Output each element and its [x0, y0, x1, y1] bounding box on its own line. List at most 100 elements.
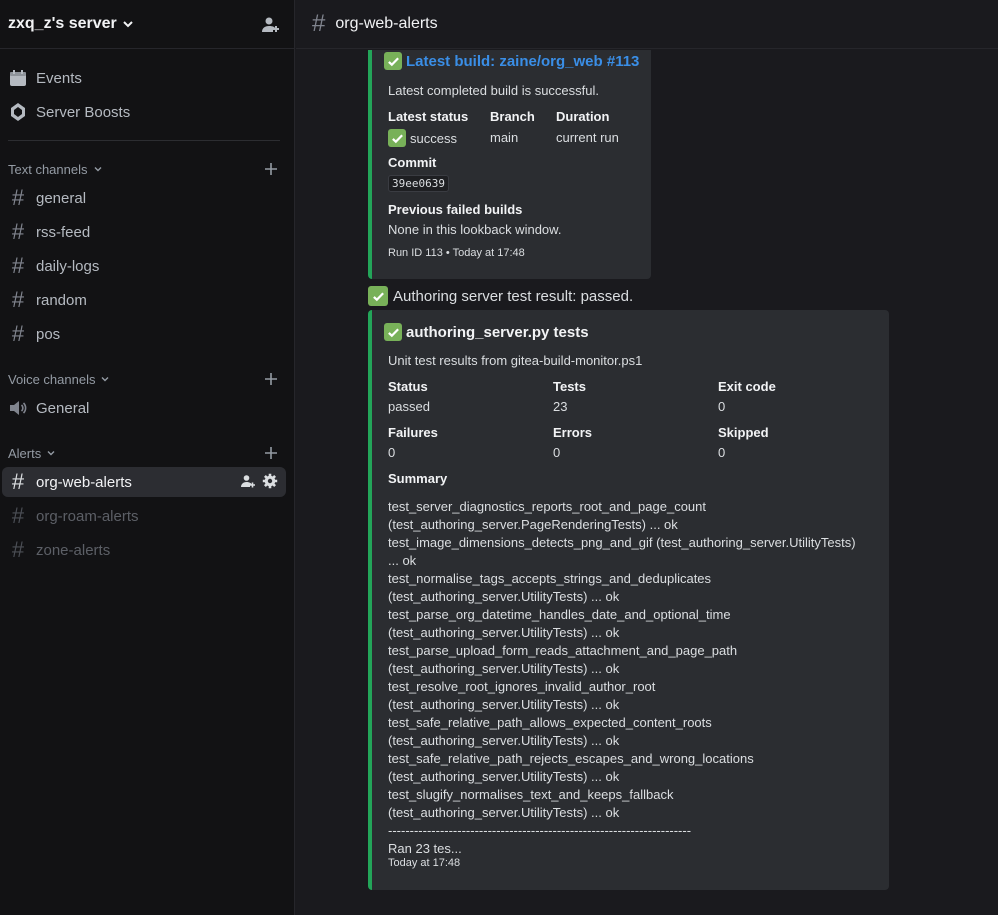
field-value: 0: [718, 445, 726, 460]
check-mark-icon: [388, 129, 406, 147]
nav-events-label: Events: [36, 69, 82, 87]
add-channel-icon[interactable]: [264, 162, 278, 176]
channel-label: random: [36, 291, 87, 309]
category-label: Voice channels: [8, 371, 96, 387]
summary-line: test_resolve_root_ignores_invalid_author…: [388, 679, 656, 694]
field-value: 0: [718, 399, 726, 414]
server-header[interactable]: zxq_z's server: [0, 0, 295, 49]
previous-failed-value: None in this lookback window.: [388, 222, 562, 237]
check-mark-icon: [384, 323, 402, 341]
field-label: Failures: [388, 425, 438, 440]
check-mark-icon: [368, 286, 388, 306]
build-description: Latest completed build is successful.: [388, 83, 599, 98]
hash-icon: #: [11, 537, 25, 562]
category-label: Alerts: [8, 445, 42, 461]
channel-label: general: [36, 189, 87, 207]
channel-label: org-web-alerts: [36, 473, 132, 491]
channel-label: zone-alerts: [36, 541, 111, 559]
category-text-channels[interactable]: Text channels: [8, 160, 282, 178]
summary-line: test_image_dimensions_detects_png_and_gi…: [388, 535, 856, 550]
summary-text: test_server_diagnostics_reports_root_and…: [388, 498, 888, 858]
server-name-button[interactable]: zxq_z's server: [8, 15, 135, 33]
nav-server-boosts-label: Server Boosts: [36, 103, 131, 121]
sidebar-divider: [8, 140, 280, 141]
channel-sidebar: zxq_z's server Events Server Boosts Text…: [0, 0, 295, 915]
field-label: Exit code: [718, 379, 776, 394]
test-description: Unit test results from gitea-build-monit…: [388, 353, 643, 368]
channel-daily-logs[interactable]: # daily-logs: [0, 251, 286, 281]
field-value: 23: [553, 399, 568, 414]
hash-icon: #: [11, 287, 25, 312]
summary-line: test_slugify_normalises_text_and_keeps_f…: [388, 787, 674, 802]
summary-line: Ran 23 tes...: [388, 841, 462, 856]
speaker-icon: [10, 401, 27, 415]
category-label: Text channels: [8, 161, 88, 177]
hash-icon: #: [11, 503, 25, 528]
chevron-down-icon: [94, 167, 101, 172]
channel-rss-feed[interactable]: # rss-feed: [0, 217, 286, 247]
category-alerts[interactable]: Alerts: [8, 444, 282, 462]
test-embed: authoring_server.py tests Unit test resu…: [368, 310, 889, 890]
summary-line: (test_authoring_server.UtilityTests) ...…: [388, 733, 620, 748]
add-channel-icon[interactable]: [264, 372, 278, 386]
chevron-down-icon: [47, 451, 55, 456]
channel-label: org-roam-alerts: [36, 507, 139, 525]
field-value: passed: [388, 399, 430, 414]
hash-icon: #: [11, 469, 25, 494]
commit-field-label: Commit: [388, 155, 437, 170]
add-channel-icon[interactable]: [264, 446, 278, 460]
summary-line: (test_authoring_server.UtilityTests) ...…: [388, 769, 620, 784]
field-label: Errors: [553, 425, 593, 440]
channel-voice-general[interactable]: General: [0, 393, 286, 423]
nav-events[interactable]: Events: [0, 63, 286, 93]
summary-line: (test_authoring_server.UtilityTests) ...…: [388, 805, 620, 820]
branch-field-value: main: [490, 130, 519, 145]
field-label: Status: [388, 379, 428, 394]
summary-line: test_safe_relative_path_rejects_escapes_…: [388, 751, 754, 766]
channel-label: rss-feed: [36, 223, 91, 241]
invite-icon[interactable]: [240, 473, 256, 489]
commit-field-value: 39ee0639: [388, 175, 449, 192]
invite-member-icon[interactable]: [261, 15, 281, 35]
field-label: Tests: [553, 379, 586, 394]
chevron-down-icon: [123, 21, 133, 28]
check-mark-icon: [384, 52, 402, 70]
gear-icon[interactable]: [262, 473, 278, 489]
branch-field-label: Branch: [490, 109, 535, 124]
channel-org-roam-alerts[interactable]: # org-roam-alerts: [0, 501, 286, 531]
field-label: Skipped: [718, 425, 769, 440]
channel-label: pos: [36, 325, 61, 343]
nav-server-boosts[interactable]: Server Boosts: [0, 97, 286, 127]
channel-label: daily-logs: [36, 257, 100, 275]
channel-zone-alerts[interactable]: # zone-alerts: [0, 535, 286, 565]
summary-line: ... ok: [388, 553, 417, 568]
embed-title-row: Latest build: zaine/org_web #113: [384, 52, 639, 70]
test-embed-footer: Today at 17:48: [388, 857, 461, 869]
summary-line: (test_authoring_server.UtilityTests) ...…: [388, 661, 620, 676]
summary-line: test_safe_relative_path_allows_expected_…: [388, 715, 712, 730]
channel-general[interactable]: # general: [0, 183, 286, 213]
channel-random[interactable]: # random: [0, 285, 286, 315]
message-list[interactable]: Latest build: zaine/org_web #113 Latest …: [296, 50, 998, 915]
channel-title: org-web-alerts: [335, 15, 438, 32]
summary-line: (test_authoring_server.UtilityTests) ...…: [388, 697, 620, 712]
summary-line: test_normalise_tags_accepts_strings_and_…: [388, 571, 712, 586]
build-embed: Latest build: zaine/org_web #113 Latest …: [368, 50, 651, 279]
field-value: 0: [553, 445, 561, 460]
commit-hash[interactable]: 39ee0639: [388, 175, 449, 192]
build-title-link[interactable]: Latest build: zaine/org_web #113: [406, 53, 639, 70]
summary-line: (test_authoring_server.UtilityTests) ...…: [388, 625, 620, 640]
summary-line: ----------------------------------------…: [388, 823, 692, 838]
channel-pos[interactable]: # pos: [0, 319, 286, 349]
category-voice-channels[interactable]: Voice channels: [8, 370, 282, 388]
summary-line: test_parse_org_datetime_handles_date_and…: [388, 607, 731, 622]
summary-line: test_server_diagnostics_reports_root_and…: [388, 499, 706, 514]
channel-org-web-alerts[interactable]: # org-web-alerts: [2, 467, 286, 497]
boost-gem-icon: [11, 103, 25, 121]
status-field-value: success: [388, 129, 457, 147]
build-embed-footer: Run ID 113 • Today at 17:48: [388, 247, 525, 259]
chevron-down-icon: [101, 377, 109, 382]
channel-header: # org-web-alerts: [296, 0, 998, 49]
field-value: 0: [388, 445, 396, 460]
hash-icon: #: [312, 10, 326, 37]
